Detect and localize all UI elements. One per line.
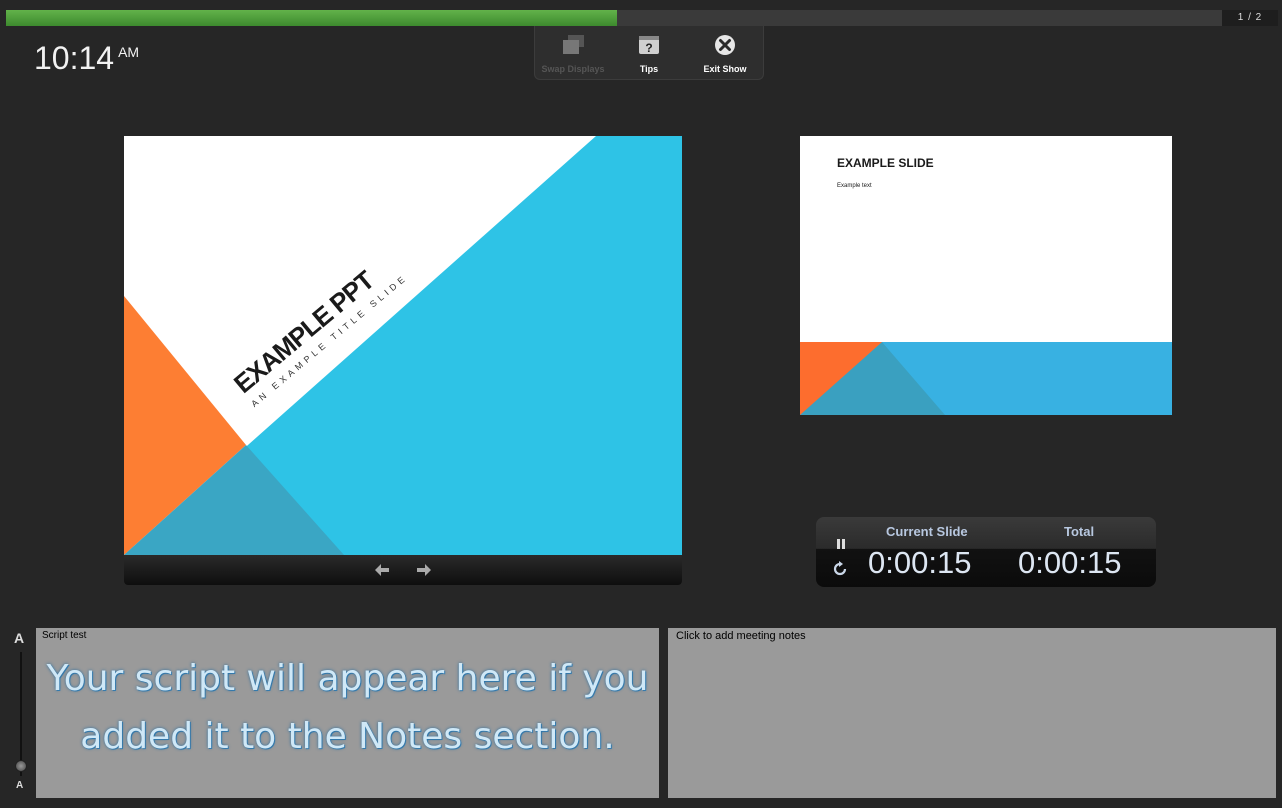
current-slide-timer-value: 0:00:15 bbox=[868, 545, 972, 580]
presenter-toolbar: Swap Displays ? Tips Exit Show bbox=[534, 26, 764, 80]
clock: 10:14 AM bbox=[34, 40, 139, 77]
progress-fill bbox=[6, 10, 617, 26]
meeting-notes-panel[interactable]: Click to add meeting notes bbox=[668, 628, 1276, 798]
font-size-large-label: A bbox=[14, 630, 25, 646]
help-icon: ? bbox=[637, 32, 661, 58]
font-size-small-label: A bbox=[16, 780, 24, 791]
previous-slide-button[interactable] bbox=[371, 559, 393, 581]
clock-time: 10:14 bbox=[34, 40, 115, 76]
timer-panel: Current Slide 0:00:15 Total 0:00:15 bbox=[816, 517, 1156, 587]
swap-displays-button[interactable]: Swap Displays bbox=[538, 32, 608, 74]
svg-text:?: ? bbox=[645, 41, 652, 55]
current-slide-artwork bbox=[124, 136, 682, 555]
total-timer-label: Total bbox=[1064, 524, 1095, 539]
notes-font-size-slider[interactable]: A A bbox=[10, 628, 32, 796]
current-slide-timer-label: Current Slide bbox=[886, 524, 968, 539]
next-slide-title: EXAMPLE SLIDE bbox=[837, 156, 934, 170]
speaker-notes-panel[interactable]: Script test Your script will appear here… bbox=[36, 628, 659, 798]
next-slide-text: Example text bbox=[837, 183, 872, 189]
next-slide-preview: EXAMPLE SLIDE Example text bbox=[800, 136, 1172, 415]
pause-timer-button[interactable] bbox=[834, 537, 848, 551]
meeting-notes-placeholder: Click to add meeting notes bbox=[676, 630, 806, 642]
swap-displays-label: Swap Displays bbox=[541, 64, 605, 74]
close-icon bbox=[713, 32, 737, 58]
notes-body: Your script will appear here if you adde… bbox=[46, 658, 649, 757]
pause-icon bbox=[837, 539, 845, 549]
next-slide-button[interactable] bbox=[413, 559, 435, 581]
reset-timer-button[interactable] bbox=[832, 561, 848, 577]
reset-icon bbox=[833, 561, 847, 576]
notes-title: Script test bbox=[42, 630, 87, 641]
exit-show-button[interactable]: Exit Show bbox=[690, 32, 760, 74]
arrow-right-icon bbox=[417, 564, 431, 576]
total-timer-value: 0:00:15 bbox=[1018, 545, 1122, 580]
presentation-progress-bar: 1 / 2 bbox=[6, 10, 1278, 26]
font-size-track[interactable] bbox=[20, 652, 22, 776]
next-slide-artwork bbox=[800, 136, 1172, 415]
exit-show-label: Exit Show bbox=[703, 64, 747, 74]
font-size-knob[interactable] bbox=[15, 760, 27, 772]
slide-counter: 1 / 2 bbox=[1222, 10, 1278, 26]
tips-label: Tips bbox=[639, 64, 659, 74]
current-slide-preview: EXAMPLE PPT AN EXAMPLE TITLE SLIDE bbox=[124, 136, 682, 555]
slide-navigation bbox=[124, 555, 682, 585]
displays-icon bbox=[560, 32, 586, 58]
tips-button[interactable]: ? Tips bbox=[614, 32, 684, 74]
arrow-left-icon bbox=[375, 564, 389, 576]
clock-ampm: AM bbox=[118, 44, 140, 60]
